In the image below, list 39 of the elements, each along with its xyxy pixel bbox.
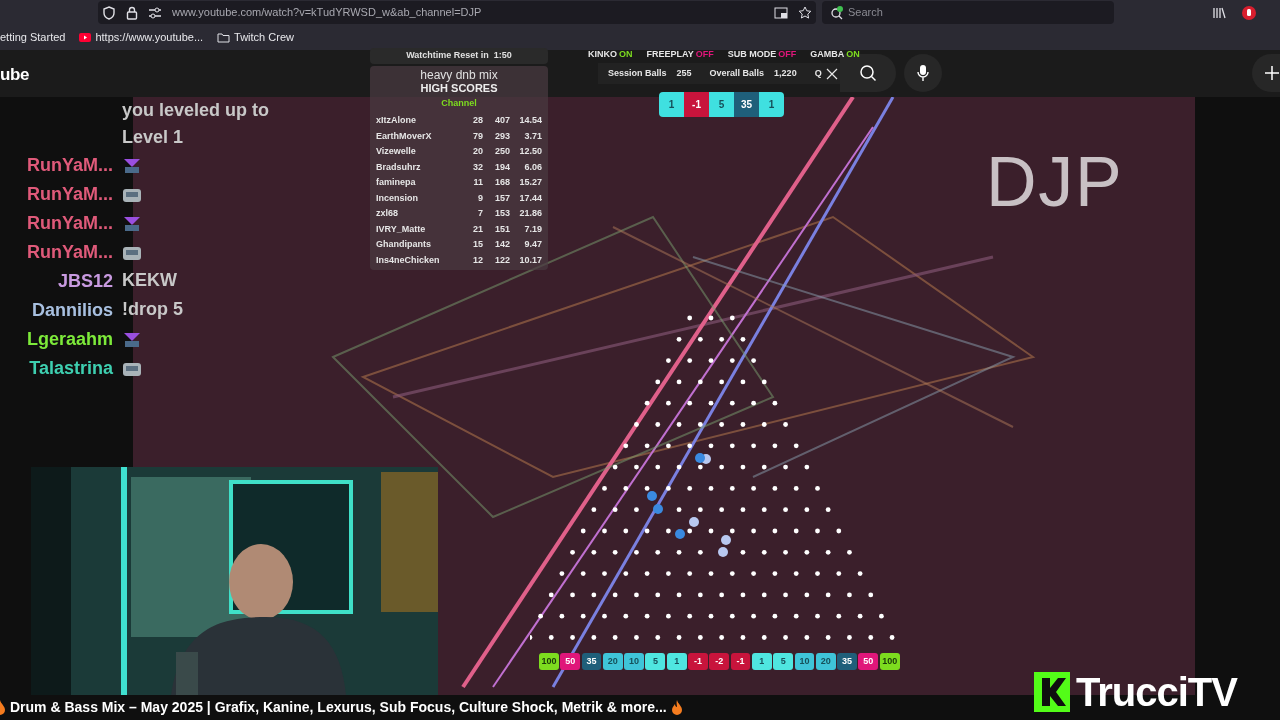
plus-icon <box>1264 65 1280 81</box>
address-bar[interactable]: www.youtube.com/watch?v=kTudYRWSD_w&ab_channel=DJP <box>98 1 816 24</box>
chat-username: Lgeraahm <box>25 328 113 351</box>
stat-label: Session Balls <box>608 66 667 80</box>
video-title: Drum & Bass Mix – May 2025 | Grafix, Kanine, Lexurus, Sub Focus, Culture Shock, Metrik & more... <box>10 698 667 717</box>
stat-value: 1,220 <box>774 66 797 80</box>
chat-username: RunYaM... <box>26 183 113 206</box>
chat-username: JBS12 <box>56 270 113 293</box>
microphone-icon <box>917 64 929 82</box>
bookmark-item[interactable]: etting Started <box>0 29 66 46</box>
shield-icon <box>102 5 116 20</box>
lock-icon <box>126 5 138 20</box>
search-field[interactable]: Search <box>822 1 1114 24</box>
chat-username: RunYaM... <box>26 154 113 177</box>
chat-username: RunYaM... <box>26 241 113 264</box>
high-scores-title: HIGH SCORES <box>420 82 498 95</box>
chat-username: Dannilios <box>31 299 113 322</box>
picture-in-picture-icon[interactable] <box>774 6 788 19</box>
url-text: www.youtube.com/watch?v=kTudYRWSD_w&ab_channel=DJP <box>172 5 482 21</box>
search-icon <box>830 5 844 20</box>
hud-panel: Watchtime Reset in 1:50 <box>370 48 548 64</box>
flame-icon <box>670 699 683 716</box>
bookmark-item[interactable]: Twitch Crew <box>217 29 294 46</box>
logo-text: ube <box>0 64 29 86</box>
hand-icon[interactable] <box>1242 5 1256 20</box>
clear-icon[interactable] <box>825 67 838 80</box>
sliders-icon <box>148 6 162 19</box>
search-icon <box>859 64 877 82</box>
bookmark-item[interactable]: https://www.youtube... <box>79 29 204 46</box>
chat-username: RunYaM... <box>26 212 113 235</box>
playlist-title: heavy dnb mix <box>420 68 498 82</box>
play-icon <box>79 33 92 42</box>
library-icon[interactable] <box>1212 6 1226 19</box>
star-icon[interactable] <box>798 5 812 20</box>
stat-value: 255 <box>676 66 692 80</box>
queue-label: Q <box>814 66 822 80</box>
stat-label: Overall Balls <box>709 66 765 80</box>
chat-username: Talastrina <box>28 357 113 380</box>
folder-icon <box>217 32 231 43</box>
